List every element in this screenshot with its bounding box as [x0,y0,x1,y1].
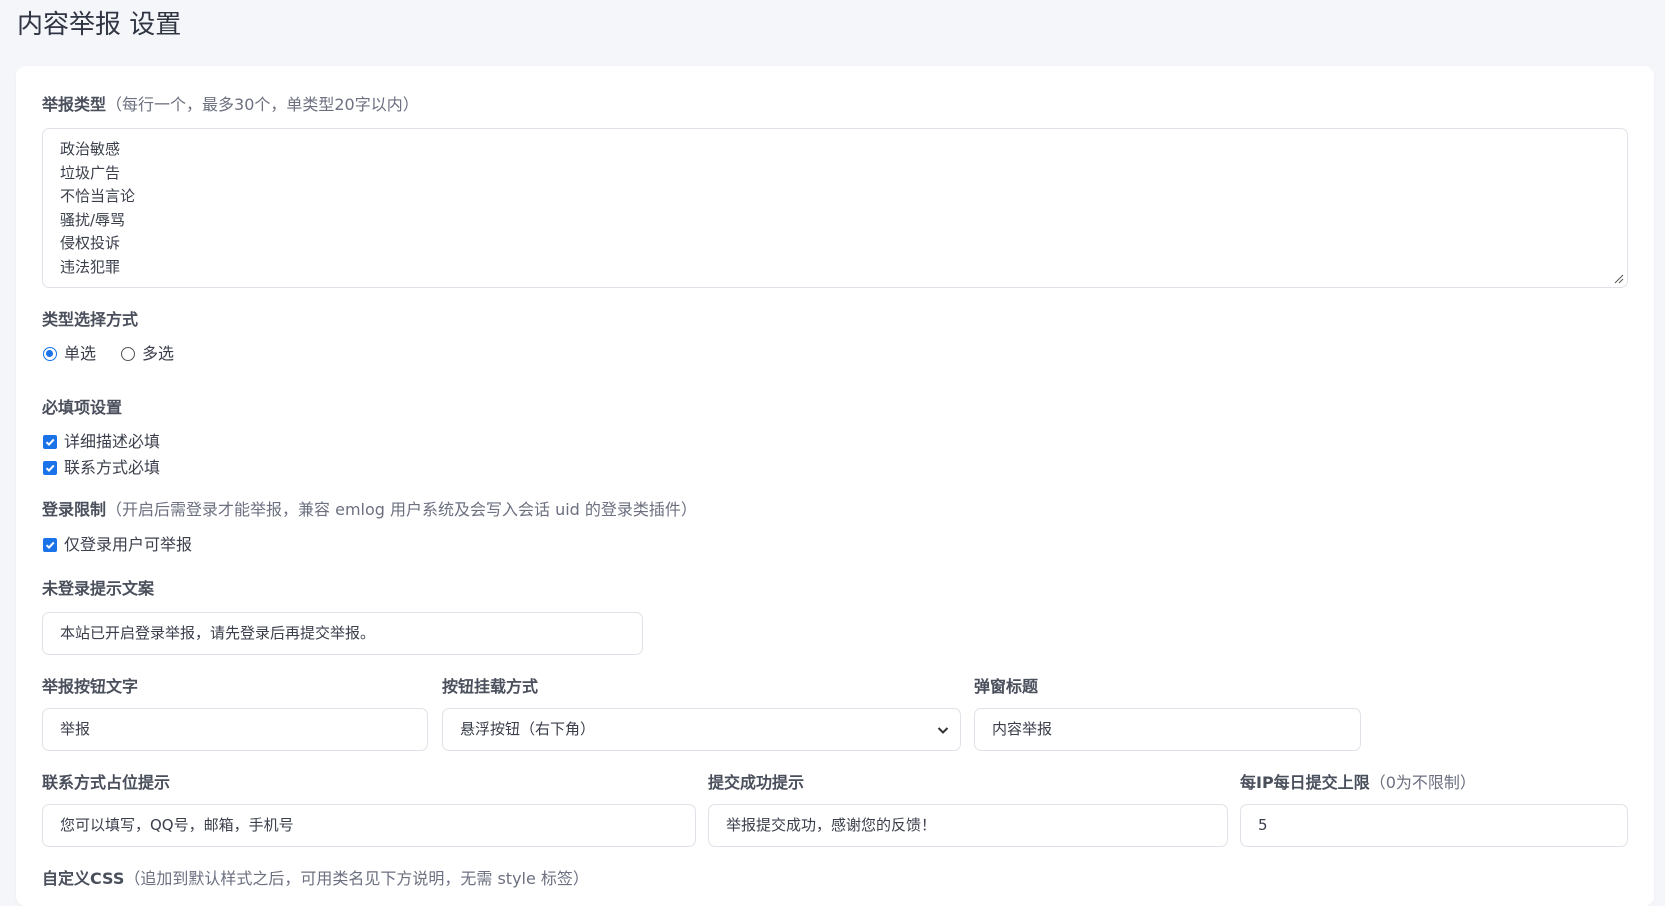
report-types-label: 举报类型（每行一个，最多30个，单类型20字以内） [42,94,419,116]
ip-limit-hint: （0为不限制） [1369,773,1476,792]
radio-single-label: 单选 [64,344,97,363]
ip-limit-input[interactable]: 5 [1240,804,1628,847]
chevron-down-icon [937,727,949,734]
report-types-textarea[interactable]: 政治敏感 垃圾广告 不恰当言论 骚扰/辱骂 侵权投诉 违法犯罪 [42,128,1628,288]
required-label: 必填项设置 [42,397,122,419]
button-mount-value: 悬浮按钮（右下角） [460,720,596,738]
checkbox-login-only-label: 仅登录用户可举报 [64,535,193,554]
report-type-line: 侵权投诉 [60,234,121,252]
radio-multiple-label: 多选 [142,344,175,363]
custom-css-label: 自定义CSS（追加到默认样式之后，可用类名见下方说明，无需 style 标签） [42,868,589,890]
button-mount-label: 按钮挂载方式 [442,676,538,698]
report-type-line: 骚扰/辱骂 [60,210,126,229]
checkbox-description-required[interactable]: 详细描述必填 [43,431,160,453]
custom-css-title: 自定义CSS [42,869,125,888]
login-tip-label: 未登录提示文案 [42,578,154,600]
login-limit-title: 登录限制 [42,500,107,519]
resize-handle-icon[interactable] [1614,274,1624,284]
contact-placeholder-input[interactable]: 您可以填写，QQ号，邮箱，手机号 [42,804,696,847]
radio-checked-icon[interactable] [43,347,57,361]
button-mount-select[interactable]: 悬浮按钮（右下角） [442,708,961,751]
login-tip-input[interactable]: 本站已开启登录举报，请先登录后再提交举报。 [42,612,643,655]
report-type-line: 不恰当言论 [60,187,136,205]
report-type-line: 违法犯罪 [60,257,121,276]
required-title: 必填项设置 [42,398,123,417]
button-text-input[interactable]: 举报 [42,708,428,751]
select-mode-title: 类型选择方式 [42,310,139,329]
button-text-label: 举报按钮文字 [42,676,138,698]
popup-title-input[interactable]: 内容举报 [974,708,1361,751]
checkbox-contact-required[interactable]: 联系方式必填 [43,457,160,479]
contact-placeholder-label: 联系方式占位提示 [42,772,170,794]
report-types-hint: （每行一个，最多30个，单类型20字以内） [106,95,419,114]
login-limit-label: 登录限制（开启后需登录才能举报，兼容 emlog 用户系统及会写入会话 uid … [42,499,697,521]
checkbox-checked-icon[interactable] [43,461,57,475]
popup-title-label: 弹窗标题 [974,676,1038,698]
success-tip-input[interactable]: 举报提交成功，感谢您的反馈！ [708,804,1228,847]
custom-css-hint: （追加到默认样式之后，可用类名见下方说明，无需 style 标签） [124,869,589,888]
button-mount-title: 按钮挂载方式 [442,677,539,696]
checkbox-checked-icon[interactable] [43,435,57,449]
select-mode-label: 类型选择方式 [42,309,138,331]
checkbox-contact-label: 联系方式必填 [64,458,161,477]
radio-single[interactable]: 单选 [43,343,96,365]
button-text-title: 举报按钮文字 [42,677,139,696]
success-tip-title: 提交成功提示 [708,773,805,792]
login-limit-hint: （开启后需登录才能举报，兼容 emlog 用户系统及会写入会话 uid 的登录类… [106,500,697,519]
radio-unchecked-icon[interactable] [121,347,135,361]
ip-limit-title: 每IP每日提交上限 [1240,773,1370,792]
page-title: 内容举报 设置 [17,10,182,40]
report-type-line: 政治敏感 [60,140,121,158]
checkbox-description-label: 详细描述必填 [64,432,161,451]
report-type-line: 垃圾广告 [60,163,121,182]
contact-placeholder-title: 联系方式占位提示 [42,773,171,792]
checkbox-login-only[interactable]: 仅登录用户可举报 [43,534,192,556]
ip-limit-label: 每IP每日提交上限（0为不限制） [1240,772,1476,794]
success-tip-label: 提交成功提示 [708,772,804,794]
radio-multiple[interactable]: 多选 [121,343,174,365]
report-types-title: 举报类型 [42,95,107,114]
login-tip-title: 未登录提示文案 [42,579,155,598]
checkbox-checked-icon[interactable] [43,538,57,552]
popup-title-title: 弹窗标题 [974,677,1039,696]
